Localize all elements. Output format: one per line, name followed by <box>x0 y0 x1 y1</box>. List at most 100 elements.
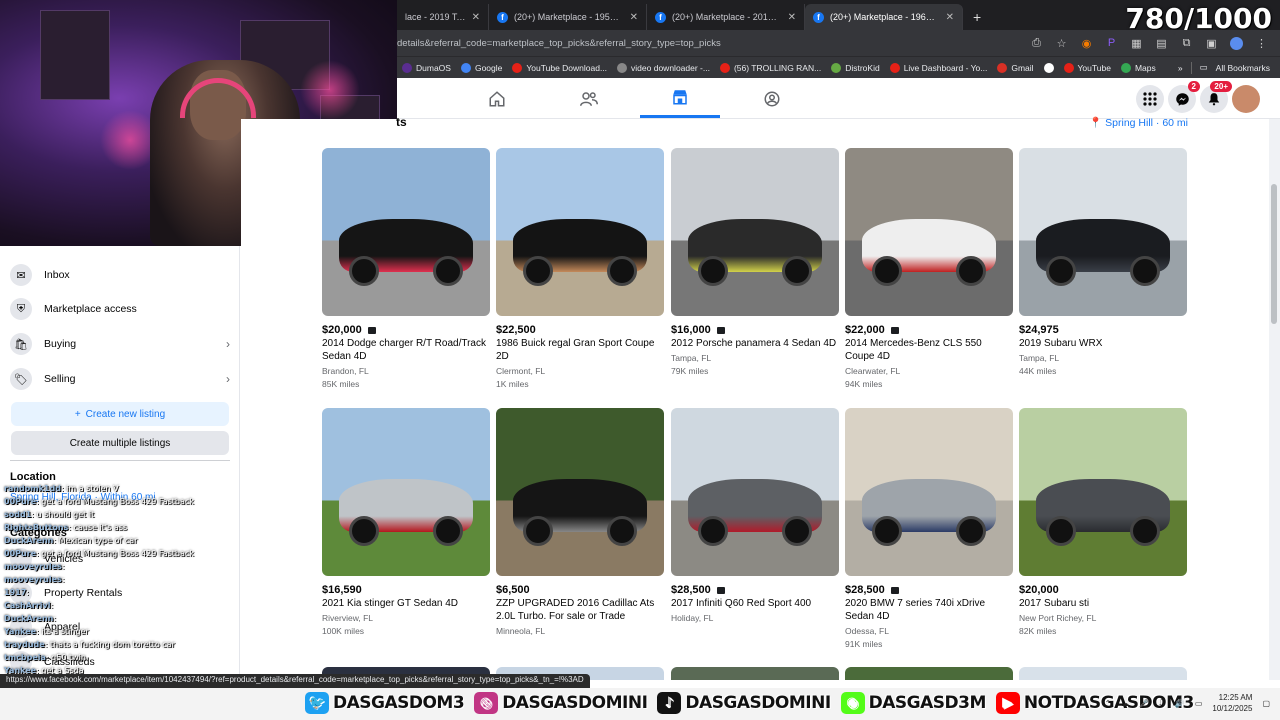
listing-card[interactable]: $16,590 2021 Kia stinger GT Sedan 4D River… <box>322 408 490 636</box>
all-bookmarks-link[interactable]: All Bookmarks <box>1216 63 1270 73</box>
listing-title[interactable]: 2014 Mercedes-Benz CLS 550 Coupe 4D <box>845 337 1013 363</box>
tray-expand-icon[interactable]: ⌃ <box>1105 699 1112 708</box>
sidebar-item-marketplace-access[interactable]: ⛨ Marketplace access <box>10 294 230 324</box>
bookmark-item[interactable]: Live Dashboard - Yo... <box>885 62 993 73</box>
tab-title: (20+) Marketplace - 1953 Huds <box>514 12 624 22</box>
listing-card[interactable]: $20,000 2017 Subaru sti New Port Richey, F… <box>1019 408 1187 636</box>
listing-photo[interactable] <box>1019 148 1187 316</box>
bookmark-item[interactable]: YouTube <box>1059 62 1116 73</box>
listing-card[interactable]: $22,000 2014 Mercedes-Benz CLS 550 Coupe … <box>845 148 1013 389</box>
close-tab-icon[interactable]: ✕ <box>630 12 638 23</box>
listing-title[interactable]: ZZP UPGRADED 2016 Cadillac Ats 2.0L Turb… <box>496 597 664 623</box>
notification-center-icon[interactable]: ▢ <box>1262 699 1270 708</box>
bookmark-item[interactable]: Google <box>456 62 507 73</box>
listing-photo[interactable] <box>671 148 839 316</box>
listing-title[interactable]: 2012 Porsche panamera 4 Sedan 4D <box>671 337 839 350</box>
listing-card[interactable]: $22,500 1986 Buick regal Gran Sport Coupe… <box>496 148 664 389</box>
marketplace-nav-icon[interactable] <box>640 79 720 118</box>
bookmark-item[interactable]: YouTube Download... <box>507 62 612 73</box>
listing-title[interactable]: 2017 Infiniti Q60 Red Sport 400 <box>671 597 839 610</box>
cloud-icon[interactable]: ☁ <box>1121 699 1129 708</box>
network-icon[interactable]: ⎍ <box>1159 698 1165 708</box>
account-avatar[interactable] <box>1232 85 1260 113</box>
friends-nav-icon[interactable] <box>549 79 629 118</box>
sidebar-item-buying[interactable]: 🛍 Buying › <box>10 329 230 359</box>
browser-tab[interactable]: f (20+) Marketplace - 1953 Huds ✕ <box>489 4 647 30</box>
extension-icon[interactable]: ▦ <box>1130 37 1143 50</box>
listing-photo[interactable] <box>322 148 490 316</box>
menu-kebab-icon[interactable]: ⋮ <box>1255 37 1268 50</box>
bookmark-item[interactable] <box>1039 62 1059 73</box>
create-multiple-listings-button[interactable]: Create multiple listings <box>11 431 229 455</box>
listing-photo-partial[interactable] <box>671 667 839 680</box>
new-tab-button[interactable]: + <box>963 4 991 30</box>
close-tab-icon[interactable]: ✕ <box>472 12 480 23</box>
listing-location: Holiday, FL <box>671 613 714 623</box>
bookmark-item[interactable]: Maps <box>1116 62 1161 73</box>
listing-card[interactable]: $20,000 2014 Dodge charger R/T Road/Track… <box>322 148 490 389</box>
listing-photo-partial[interactable] <box>1019 667 1187 680</box>
scrollbar-thumb[interactable] <box>1271 184 1277 324</box>
extension-icon[interactable]: P <box>1105 37 1118 50</box>
listing-photo[interactable] <box>671 408 839 576</box>
extensions-puzzle-icon[interactable]: ⧉ <box>1180 37 1193 50</box>
listing-title[interactable]: 2020 BMW 7 series 740i xDrive Sedan 4D <box>845 597 1013 623</box>
listing-mileage: 94K miles <box>845 379 883 389</box>
bookmark-item[interactable]: DumaOS <box>397 62 456 73</box>
notifications-bell-icon[interactable]: 20+ <box>1200 81 1232 113</box>
bookmark-star-icon[interactable]: ☆ <box>1055 37 1068 50</box>
listing-card[interactable]: $28,500 2020 BMW 7 series 740i xDrive Sed… <box>845 408 1013 649</box>
speaker-icon[interactable]: 🔊 <box>1175 699 1185 708</box>
listing-title[interactable]: 2014 Dodge charger R/T Road/Track Sedan … <box>322 337 490 363</box>
listing-card[interactable]: $24,975 2019 Subaru WRX Tampa, FL 44K miles <box>1019 148 1187 376</box>
youtube-icon: ▶ <box>995 692 1020 714</box>
sidebar-item-selling[interactable]: 🏷 Selling › <box>10 364 230 394</box>
listing-photo[interactable] <box>496 148 664 316</box>
install-app-icon[interactable]: ⎙ <box>1030 37 1043 50</box>
bookmark-item[interactable]: DistroKid <box>826 62 884 73</box>
bookmark-label: video downloader -... <box>631 62 710 73</box>
extension-icon[interactable]: ◉ <box>1080 37 1093 50</box>
close-tab-icon[interactable]: ✕ <box>946 12 954 23</box>
browser-tab[interactable]: f (20+) Marketplace - 2019 Suba ✕ <box>647 4 805 30</box>
side-panel-icon[interactable]: ▣ <box>1205 37 1218 50</box>
listing-title[interactable]: 2019 Subaru WRX <box>1019 337 1187 350</box>
bookmark-item[interactable]: (56) TROLLING RAN... <box>715 62 826 73</box>
messenger-icon[interactable]: 2 <box>1168 81 1200 113</box>
bookmark-item[interactable]: Gmail <box>992 62 1038 73</box>
browser-tab[interactable]: lace - 2019 Toyo ✕ <box>397 4 489 30</box>
listing-mileage: 1K miles <box>496 379 529 389</box>
listing-photo[interactable] <box>845 148 1013 316</box>
microphone-icon[interactable]: 🎤 <box>1139 699 1149 708</box>
extension-icon[interactable]: ▤ <box>1155 37 1168 50</box>
url-field[interactable]: details&referral_code=marketplace_top_pi… <box>397 38 1030 49</box>
system-clock[interactable]: 12:25 AM 10/12/2025 <box>1212 692 1252 714</box>
listing-title[interactable]: 2017 Subaru sti <box>1019 597 1187 610</box>
listing-card[interactable]: $16,000 2012 Porsche panamera 4 Sedan 4D T… <box>671 148 839 376</box>
page-scrollbar[interactable] <box>1269 119 1280 680</box>
close-tab-icon[interactable]: ✕ <box>788 12 796 23</box>
groups-nav-icon[interactable] <box>732 79 812 118</box>
listing-title[interactable]: 1986 Buick regal Gran Sport Coupe 2D <box>496 337 664 363</box>
bookmark-item[interactable]: video downloader -... <box>612 62 715 73</box>
listing-card[interactable]: $6,500 ZZP UPGRADED 2016 Cadillac Ats 2.0… <box>496 408 664 636</box>
chat-text: : <box>53 614 57 623</box>
listing-photo[interactable] <box>845 408 1013 576</box>
create-new-listing-button[interactable]: + Create new listing <box>11 402 229 426</box>
listing-photo[interactable] <box>322 408 490 576</box>
listing-photo[interactable] <box>1019 408 1187 576</box>
browser-tab[interactable]: f (20+) Marketplace - 1965 Buick ✕ <box>805 4 963 30</box>
home-nav-icon[interactable] <box>457 79 537 118</box>
chat-message: Yankee: its a stinger <box>4 627 89 636</box>
sidebar-item-inbox[interactable]: ✉ Inbox <box>10 260 230 290</box>
battery-icon[interactable]: ▭ <box>1195 699 1203 708</box>
menu-grid-icon[interactable] <box>1136 85 1164 113</box>
listing-photo[interactable] <box>496 408 664 576</box>
listing-card[interactable]: $28,500 2017 Infiniti Q60 Red Sport 400 Ho… <box>671 408 839 623</box>
bookmarks-overflow-button[interactable]: » <box>1178 63 1183 73</box>
chat-username: mooveyrules <box>4 575 62 584</box>
listing-photo-partial[interactable] <box>845 667 1013 680</box>
listing-title[interactable]: 2021 Kia stinger GT Sedan 4D <box>322 597 490 610</box>
profile-avatar[interactable] <box>1230 36 1243 50</box>
location-pill[interactable]: 📍 Spring Hill · 60 mi <box>1089 116 1188 130</box>
